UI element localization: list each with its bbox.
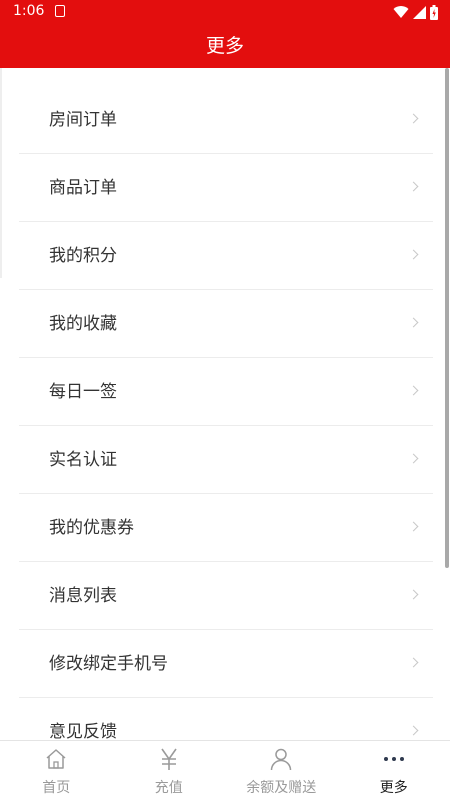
status-icons [393, 4, 438, 20]
chevron-right-icon [408, 521, 419, 532]
menu-item-label: 意见反馈 [49, 722, 117, 740]
status-bar: 1:06 [0, 0, 450, 24]
menu-item-my-points[interactable]: 我的积分 [19, 222, 433, 290]
scrollbar[interactable] [445, 68, 449, 568]
tab-more[interactable]: 更多 [338, 741, 450, 800]
tab-home[interactable]: 首页 [0, 741, 113, 800]
menu-item-identity-verification[interactable]: 实名认证 [19, 426, 433, 494]
tab-label: 更多 [379, 780, 408, 796]
status-time: 1:06 [13, 3, 45, 19]
notification-icon [55, 5, 65, 17]
menu-item-label: 消息列表 [49, 586, 117, 606]
menu-item-label: 实名认证 [49, 450, 117, 470]
nav-bar: 更多 [0, 24, 450, 68]
wifi-icon [393, 6, 409, 19]
menu-item-label: 我的积分 [49, 246, 117, 266]
chevron-right-icon [408, 657, 419, 668]
menu-item-label: 我的优惠券 [49, 518, 134, 538]
chevron-right-icon [408, 113, 419, 124]
home-icon [46, 749, 66, 769]
menu-item-feedback[interactable]: 意见反馈 [19, 698, 433, 740]
chevron-right-icon [408, 725, 419, 736]
page-title: 更多 [205, 35, 244, 57]
menu-content[interactable]: 房间订单 商品订单 我的积分 我的收藏 每日一签 实名认证 我的优惠券 消息列表… [0, 68, 450, 740]
chevron-right-icon [408, 317, 419, 328]
chevron-right-icon [408, 385, 419, 396]
menu-item-product-orders[interactable]: 商品订单 [19, 154, 433, 222]
menu-item-my-favorites[interactable]: 我的收藏 [19, 290, 433, 358]
menu-item-label: 修改绑定手机号 [49, 654, 168, 674]
divider [0, 68, 2, 278]
chevron-right-icon [408, 589, 419, 600]
menu-item-label: 房间订单 [49, 110, 117, 130]
tab-label: 首页 [42, 780, 71, 796]
person-icon [271, 748, 292, 771]
menu-item-daily-checkin[interactable]: 每日一签 [19, 358, 433, 426]
chevron-right-icon [408, 181, 419, 192]
menu-item-change-phone[interactable]: 修改绑定手机号 [19, 630, 433, 698]
signal-icon [413, 5, 426, 19]
tab-balance[interactable]: 余额及赠送 [225, 741, 338, 800]
tab-label: 余额及赠送 [246, 780, 317, 796]
menu-item-my-coupons[interactable]: 我的优惠券 [19, 494, 433, 562]
menu-item-label: 商品订单 [49, 178, 117, 198]
yen-icon [161, 748, 177, 770]
menu-list: 房间订单 商品订单 我的积分 我的收藏 每日一签 实名认证 我的优惠券 消息列表… [19, 86, 433, 740]
chevron-right-icon [408, 453, 419, 464]
more-icon [383, 757, 404, 761]
menu-item-label: 我的收藏 [49, 314, 117, 334]
tab-bar: 首页 充值 余额及赠送 更多 [0, 740, 450, 800]
menu-item-room-orders[interactable]: 房间订单 [19, 86, 433, 154]
tab-recharge[interactable]: 充值 [113, 741, 226, 800]
menu-item-label: 每日一签 [49, 382, 117, 402]
battery-icon [430, 4, 438, 20]
tab-label: 充值 [154, 780, 183, 796]
chevron-right-icon [408, 249, 419, 260]
menu-item-messages[interactable]: 消息列表 [19, 562, 433, 630]
